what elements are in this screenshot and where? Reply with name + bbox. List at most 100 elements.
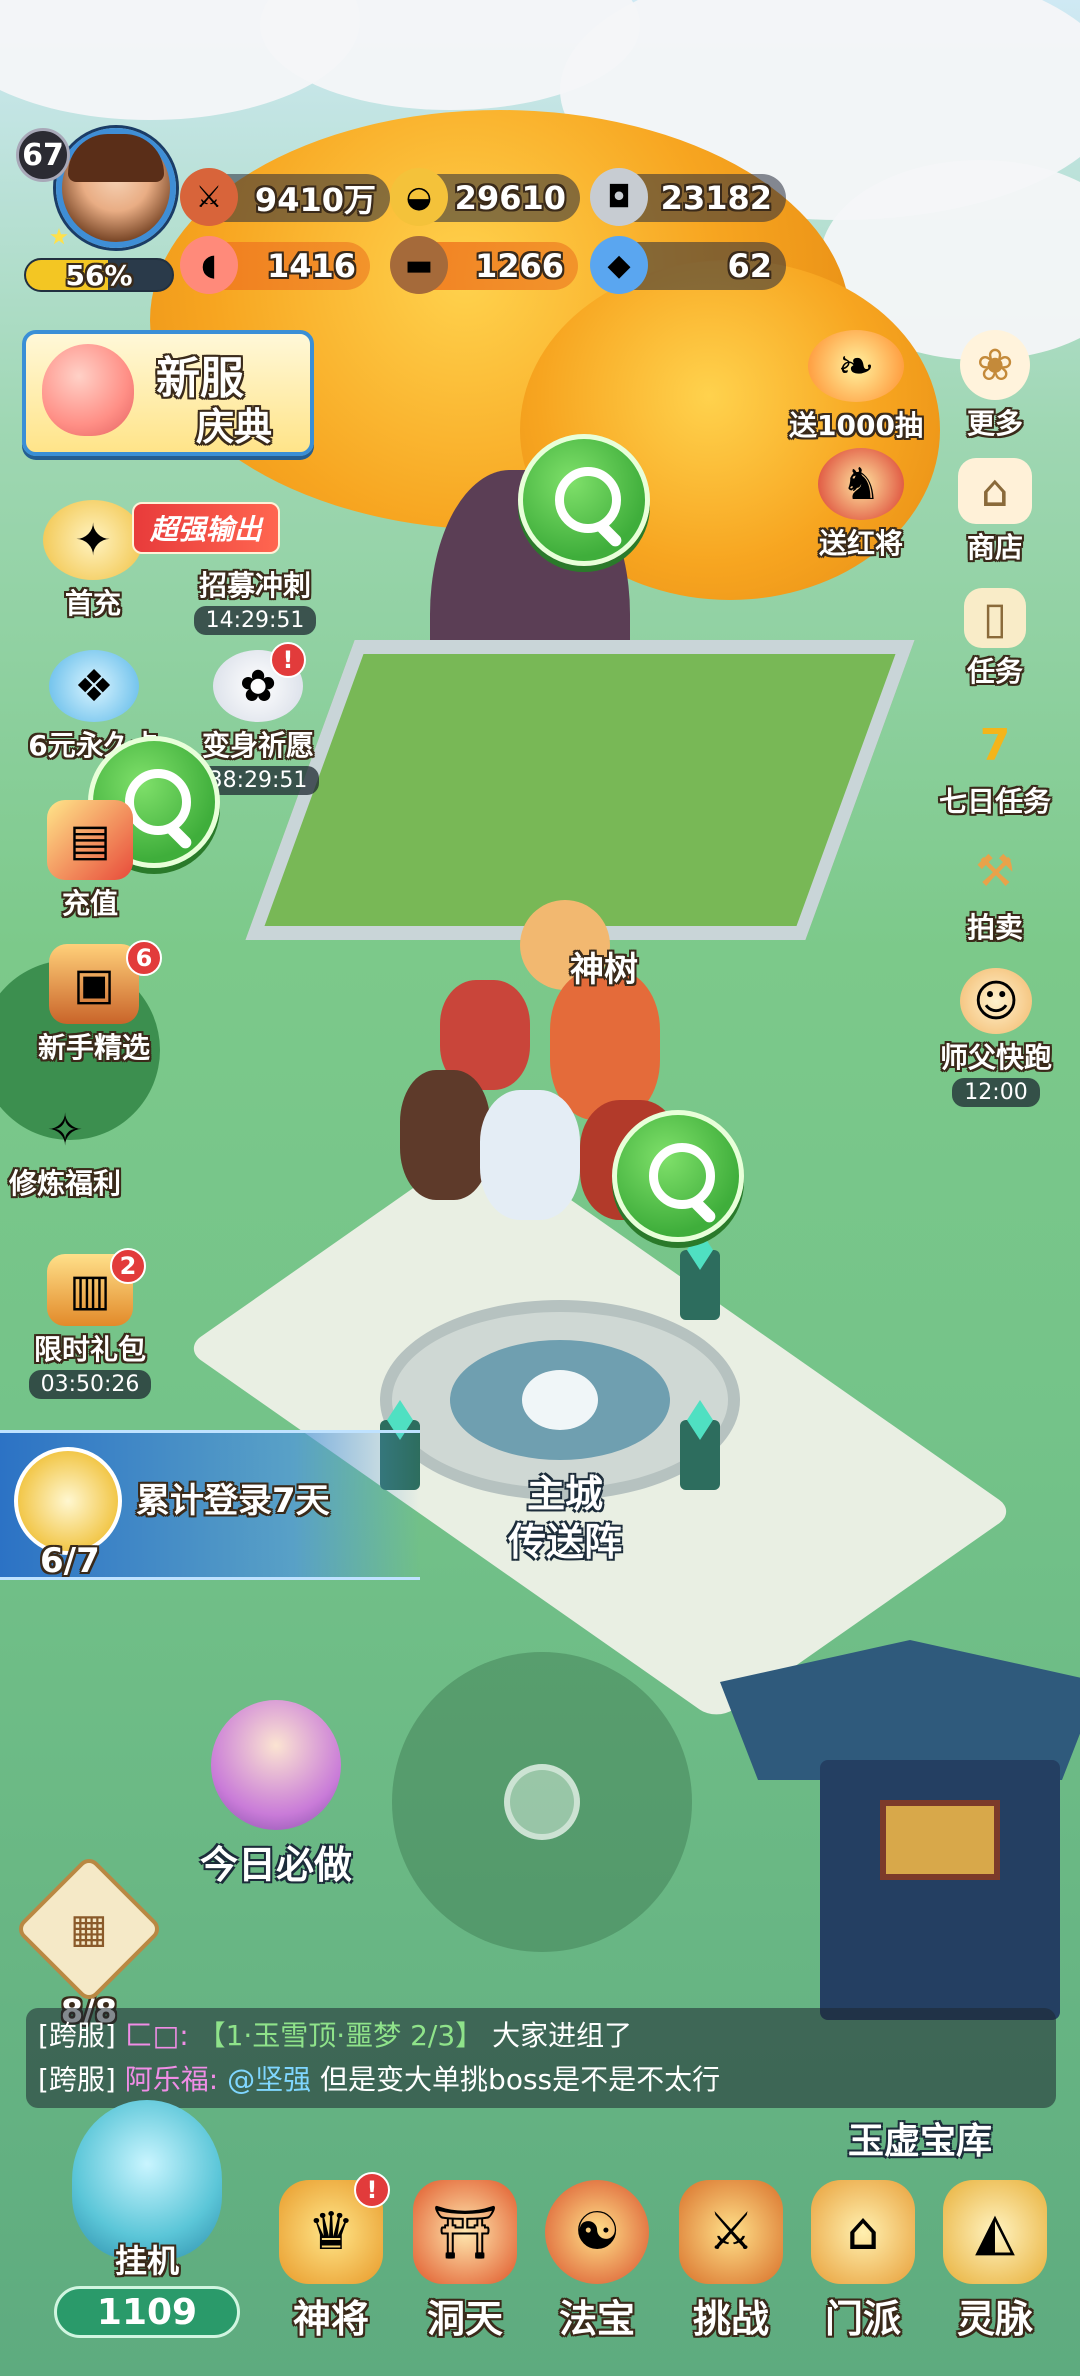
firework-icon: ✧ — [46, 1104, 84, 1156]
recruit-sprint-label: 招募冲刺 — [198, 569, 311, 602]
notification-badge: ! — [270, 642, 306, 678]
chat-sender[interactable]: 匚□ — [125, 2019, 179, 2052]
explore-magnifier-icon[interactable] — [518, 434, 650, 566]
master-run-label: 师父快跑 — [939, 1041, 1052, 1074]
warrior-icon: ♞ — [818, 448, 904, 520]
crystal-counter[interactable]: ◆ 62 — [590, 236, 786, 294]
wood-counter[interactable]: ▬ 1266 — [390, 236, 578, 294]
send-general-button[interactable]: ♞ 送红将 — [796, 448, 926, 562]
meat-counter[interactable]: ◖ 1416 — [180, 236, 370, 294]
nav-treasure-label: 法宝 — [558, 2297, 635, 2341]
chat-team-link[interactable]: 【1·玉雪顶·噩梦 2/3】 — [198, 2019, 484, 2052]
idle-afk-button[interactable]: 挂机 1109 — [52, 2100, 242, 2338]
idle-label: 挂机 — [114, 2242, 179, 2280]
explore-magnifier-icon[interactable] — [612, 1110, 744, 1242]
chat-channel-tag: [跨服] — [38, 2063, 116, 2096]
draw-1000-button[interactable]: ❧ 送1000抽 — [786, 330, 926, 444]
shop-button[interactable]: ⌂ 商店 — [940, 458, 1050, 566]
recruit-sprint-button[interactable]: 招募冲刺 14:29:51 — [180, 562, 330, 635]
transform-wish-label: 变身祈愿 — [201, 729, 314, 762]
gold-ingot-counter[interactable]: ◒ 29610 — [390, 168, 580, 226]
player-profile[interactable]: 67 56% — [12, 120, 176, 292]
nav-spirit-vein-label: 灵脉 — [956, 2297, 1033, 2341]
star-icon — [50, 228, 68, 245]
nav-general[interactable]: ♛ ! 神将 — [276, 2172, 390, 2343]
gate-icon: ⛩ — [413, 2180, 517, 2284]
portal-label-line2: 传送阵 — [507, 1520, 622, 1564]
master-run-button[interactable]: ☺ 师父快跑 12:00 — [916, 968, 1076, 1107]
mouse-spirit-icon — [211, 1700, 341, 1830]
recruit-timer: 14:29:51 — [193, 606, 317, 635]
main-city-portal-label[interactable]: 主城 传送阵 — [470, 1470, 660, 1566]
vault-temple[interactable] — [820, 1760, 1060, 2020]
exp-bar: 56% — [24, 258, 174, 292]
monk-icon: ☺ — [960, 968, 1032, 1034]
first-charge-icon: ✦ — [43, 500, 143, 580]
newbie-select-button[interactable]: ▣ 6 新手精选 — [24, 940, 164, 1066]
spirit-mountain-icon: ◭ — [943, 2180, 1047, 2284]
new-server-celebration-banner[interactable]: 新服 庆典 — [22, 330, 314, 456]
portal-label-line1: 主城 — [526, 1472, 603, 1516]
cultivation-welfare-button[interactable]: ✧ 修炼福利 — [0, 1100, 130, 1202]
chat-separator: : — [179, 2019, 189, 2052]
chat-channel-tag: [跨服] — [38, 2019, 116, 2052]
nav-cave-label: 洞天 — [426, 2297, 503, 2341]
vault-label[interactable]: 玉虚宝库 — [848, 2112, 992, 2164]
idle-count: 1109 — [54, 2286, 240, 2338]
shop-label: 商店 — [966, 531, 1023, 564]
more-button[interactable]: ❀ 更多 — [940, 330, 1050, 442]
yin-yang-mirror-icon: ☯ — [545, 2180, 649, 2284]
meat-value: 1416 — [266, 247, 356, 285]
nav-spirit-vein[interactable]: ◭ 灵脉 — [940, 2180, 1050, 2343]
cumulative-login-banner[interactable]: 累计登录7天 6/7 — [0, 1430, 420, 1581]
chat-text: 大家进组了 — [492, 2019, 633, 2052]
sword-shield-icon: ⚔ — [679, 2180, 783, 2284]
limited-pack-button[interactable]: ▥ 2 限时礼包 03:50:26 — [20, 1248, 160, 1399]
wood-value: 1266 — [474, 247, 564, 285]
send-general-label: 送红将 — [818, 527, 903, 560]
chat-message: [跨服] 匚□: 【1·玉雪顶·噩梦 2/3】 大家进组了 — [38, 2014, 1044, 2058]
event-title-line2: 庆典 — [196, 405, 273, 449]
nav-challenge-label: 挑战 — [692, 2297, 769, 2341]
dragon-icon: ❖ — [49, 650, 139, 722]
exp-percent: 56% — [65, 258, 133, 292]
chat-sender[interactable]: 阿乐福 — [125, 2063, 209, 2096]
golden-leaf-icon: ❧ — [808, 330, 904, 402]
crystal-icon: ◆ — [590, 236, 648, 294]
grid-menu-button[interactable]: ▦ 8/8 — [14, 1854, 164, 2030]
nav-sect[interactable]: ⌂ 门派 — [808, 2180, 918, 2343]
wood-log-icon: ▬ — [390, 236, 448, 294]
silver-coin-icon: ◘ — [590, 168, 648, 226]
auction-label: 拍卖 — [966, 911, 1023, 944]
recharge-button[interactable]: ▤ 充值 — [30, 800, 150, 922]
gold-ingot-icon: ◒ — [390, 168, 448, 226]
silver-coin-value: 23182 — [660, 179, 772, 217]
chat-box[interactable]: [跨服] 匚□: 【1·玉雪顶·噩梦 2/3】 大家进组了 [跨服] 阿乐福: … — [26, 2008, 1056, 2108]
cultivation-welfare-label: 修炼福利 — [8, 1167, 121, 1200]
more-label: 更多 — [966, 407, 1023, 440]
yin-yang-icon — [522, 1370, 598, 1430]
joystick-knob[interactable] — [504, 1764, 580, 1840]
shop-icon: ⌂ — [958, 458, 1032, 524]
nav-treasure[interactable]: ☯ 法宝 — [542, 2180, 652, 2343]
daily-must-do-button[interactable]: 今日必做 — [200, 1700, 352, 1889]
silver-coin-counter[interactable]: ◘ 23182 — [590, 168, 786, 226]
auction-button[interactable]: ⚒ 拍卖 — [940, 838, 1050, 946]
crystal-value: 62 — [727, 247, 772, 285]
vault-plaque — [880, 1800, 1000, 1880]
chat-mention[interactable]: @坚强 — [227, 2063, 311, 2096]
nav-sect-label: 门派 — [824, 2297, 901, 2341]
login-title: 累计登录7天 — [136, 1481, 330, 1521]
task-button[interactable]: ▯ 任务 — [940, 588, 1050, 690]
sacred-tree-courtyard — [245, 640, 915, 940]
nav-cave[interactable]: ⛩ 洞天 — [410, 2180, 520, 2343]
chat-separator: : — [208, 2063, 219, 2096]
crossed-swords-icon: ⚔ — [180, 168, 238, 226]
draw-1000-label: 送1000抽 — [789, 409, 923, 442]
newbie-select-label: 新手精选 — [37, 1031, 150, 1064]
limited-timer: 03:50:26 — [28, 1370, 152, 1399]
nav-challenge[interactable]: ⚔ 挑战 — [676, 2180, 786, 2343]
seven-icon: 7 — [979, 719, 1011, 771]
seven-day-task-button[interactable]: 7 七日任务 — [920, 712, 1070, 820]
promo-chip: 超强输出 — [132, 502, 281, 554]
